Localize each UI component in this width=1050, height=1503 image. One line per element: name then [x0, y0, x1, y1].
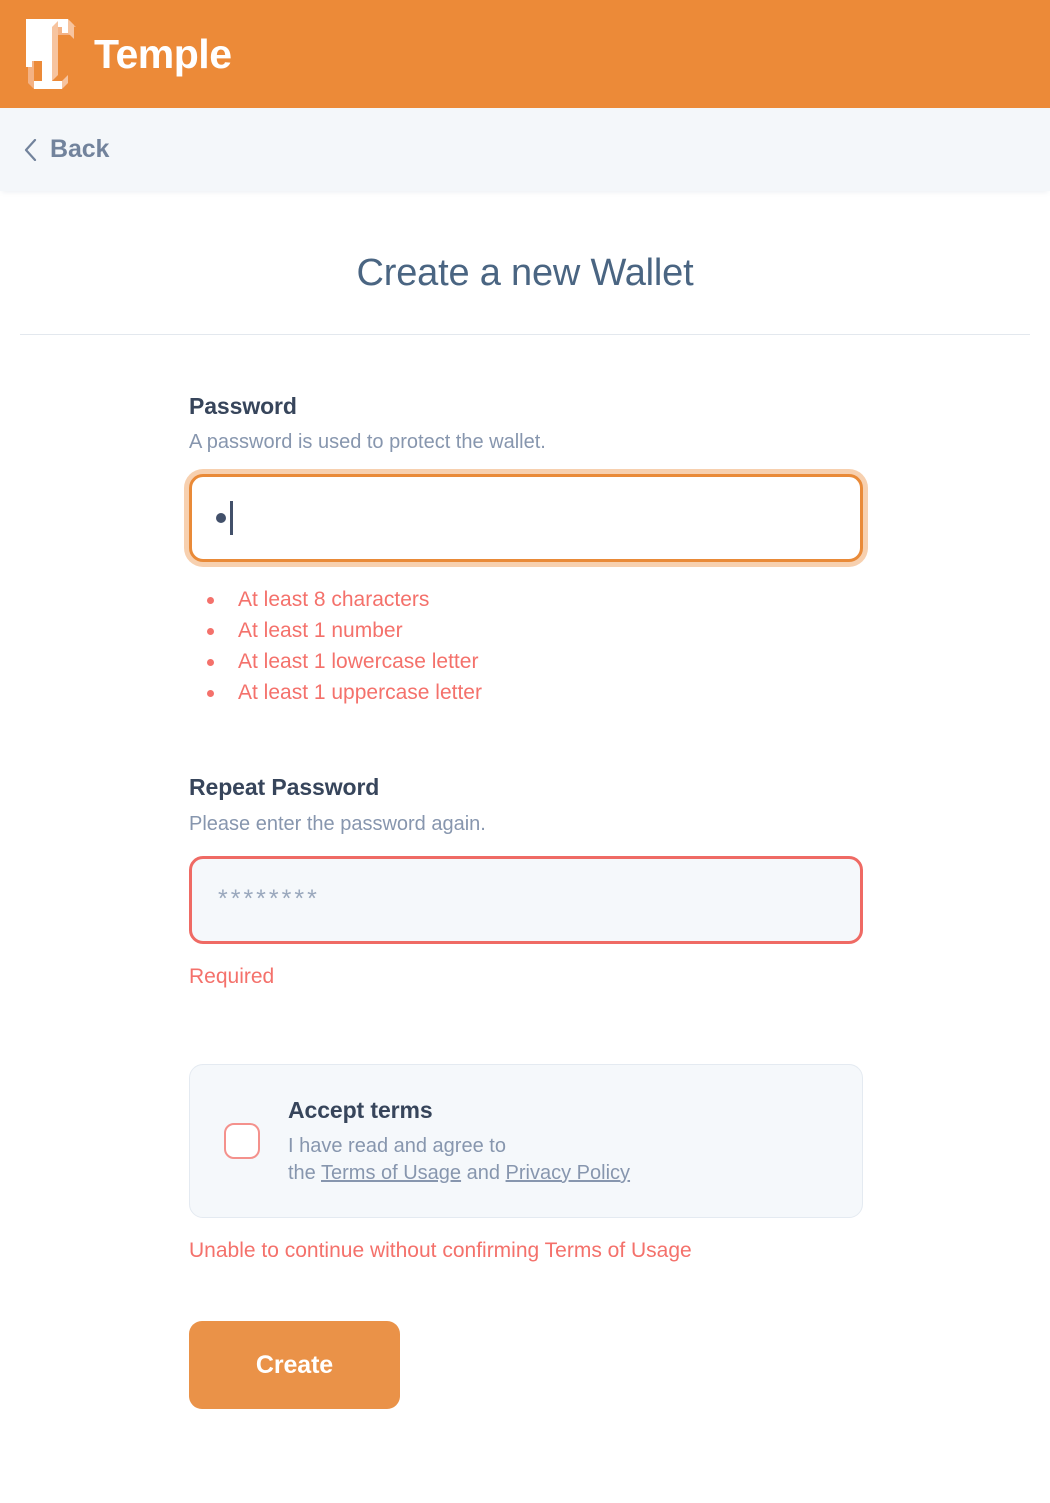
navigation-bar: Back — [0, 108, 1050, 191]
create-button[interactable]: Create — [189, 1321, 400, 1410]
temple-t-logo-icon — [26, 19, 76, 89]
accept-terms-text: Accept terms I have read and agree to th… — [288, 1095, 630, 1187]
repeat-password-label: Repeat Password — [189, 774, 380, 801]
password-requirements-list: At least 8 characters At least 1 number … — [189, 584, 863, 708]
repeat-password-error: Required — [189, 964, 275, 988]
list-item: At least 1 lowercase letter — [207, 646, 863, 677]
accept-terms-body: I have read and agree to the Terms of Us… — [288, 1133, 630, 1187]
page-title: Create a new Wallet — [356, 252, 694, 294]
app-header: Temple — [0, 0, 1050, 108]
password-hint: A password is used to protect the wallet… — [189, 431, 546, 454]
accept-terms-line1: I have read and agree to — [288, 1134, 506, 1157]
repeat-password-hint: Please enter the password again. — [189, 812, 486, 835]
password-field-group: Password A password is used to protect t… — [189, 393, 863, 709]
terms-of-usage-link[interactable]: Terms of Usage — [321, 1162, 461, 1184]
password-label: Password — [189, 392, 297, 419]
create-wallet-screen: Temple Back Create a new Wallet Password… — [0, 0, 1050, 1503]
list-item: At least 1 number — [207, 615, 863, 646]
accept-terms-title: Accept terms — [288, 1097, 433, 1124]
password-input[interactable] — [189, 474, 863, 563]
repeat-password-input[interactable] — [189, 855, 863, 944]
repeat-password-input-shell — [189, 855, 863, 944]
accept-terms-checkbox[interactable] — [224, 1123, 260, 1160]
list-item: At least 1 uppercase letter — [207, 677, 863, 708]
brand-name: Temple — [94, 30, 232, 77]
accept-terms-panel[interactable]: Accept terms I have read and agree to th… — [189, 1064, 863, 1218]
accept-terms-prefix: the — [288, 1161, 321, 1184]
privacy-policy-link[interactable]: Privacy Policy — [506, 1162, 630, 1184]
accept-terms-error: Unable to continue without confirming Te… — [189, 1238, 692, 1262]
chevron-left-icon — [24, 138, 37, 161]
accept-terms-conjunction: and — [461, 1161, 506, 1184]
page-title-section: Create a new Wallet — [0, 191, 1050, 295]
create-wallet-form: Password A password is used to protect t… — [187, 335, 863, 1410]
repeat-password-field-group: Repeat Password Please enter the passwor… — [189, 774, 863, 990]
password-input-shell — [189, 474, 863, 563]
back-button[interactable]: Back — [22, 133, 111, 166]
back-label: Back — [50, 135, 110, 163]
list-item: At least 8 characters — [207, 584, 863, 615]
